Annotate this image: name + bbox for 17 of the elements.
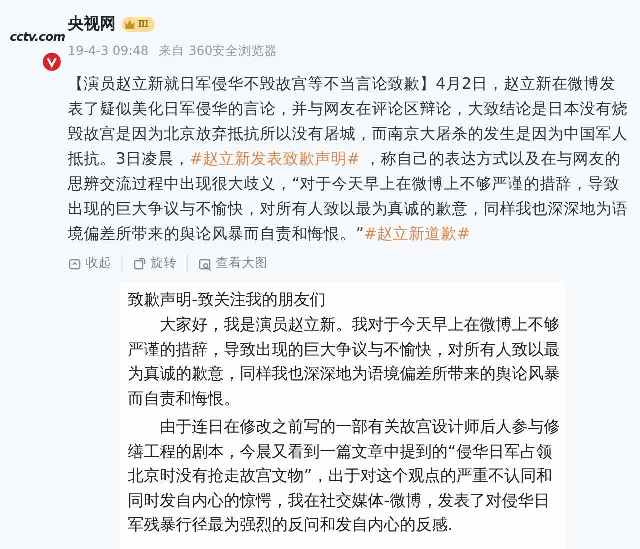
- collapse-button[interactable]: 收起: [68, 255, 123, 272]
- verified-icon: [43, 53, 61, 71]
- statement-paragraph: 由于连日在修改之前写的一部有关故宫设计师后人参与修缮工程的剧本，今晨又看到一篇文章中提到的“侵华日军占领北京时没有抢走故宫文物”，出于对这个观点的严重不认同和同时发自内心的惊愕，我在社交媒体-微博，发表了对侵华日军残暴行径最为强烈的反问和发自内心的反感.: [128, 416, 560, 536]
- rotate-icon: [133, 256, 147, 270]
- statement-title: 致歉声明-致关注我的朋友们: [128, 290, 327, 311]
- hashtag-link[interactable]: #赵立新发表致歉声明#: [190, 150, 360, 168]
- brand-logo: cctv.com: [10, 30, 66, 44]
- hashtag-link[interactable]: #赵立新道歉#: [364, 225, 470, 243]
- magnifier-icon: [198, 256, 212, 270]
- collapse-icon: [68, 256, 82, 270]
- account-name[interactable]: 央视网: [68, 14, 116, 35]
- statement-paragraph: 大家好，我是演员赵立新。我对于今天早上在微博上不够严谨的措辞，导致出现的巨大争议与不愉快，对所有人致以最为真诚的歉意，同样我也深深地为语境偏差所带来的舆论风暴而自责和悔恨。: [128, 314, 560, 410]
- rotate-button[interactable]: 旋转: [123, 255, 188, 272]
- post-text: 【演员赵立新就日军侵华不毁故宫等不当言论致歉】4月2日，赵立新在微博发表了疑似美化日军侵华的言论，并与网友在评论区辩论，大致结论是日本没有烧毁故宫是因为北京放弃抵抗所以没有屠城，而南京大屠杀的发生是因为中国军人抵抗。3日凌晨，#赵立新发表致歉声明# ，称自己的表达方式以及在与网友的思辨交流过程中出现很大歧义，“对于今天早上在微博上不够严谨的措辞，导致出现的巨大争议与不愉快，对所有人致以最为真诚的歉意，同样我也深深地为语境偏差所带来的舆论风暴而自责和悔恨。”#赵立新道歉#: [68, 74, 628, 245]
- enlarge-button[interactable]: 查看大图: [188, 255, 278, 272]
- level-badge: Ⅲ: [122, 17, 155, 32]
- post-time: 19-4-3 09:48 来自 360安全浏览器: [68, 43, 278, 60]
